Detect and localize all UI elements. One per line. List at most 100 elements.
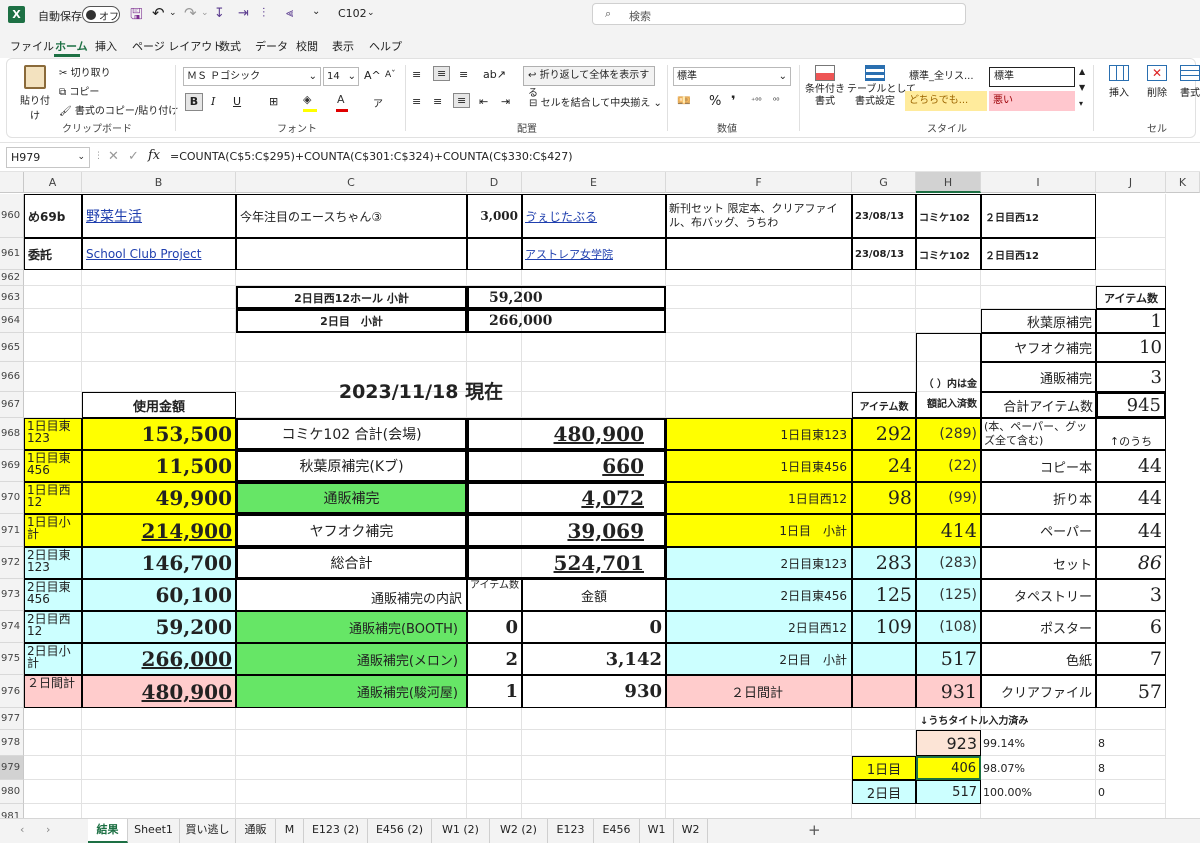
cell-c960[interactable]: 今年注目のエースちゃん③ xyxy=(236,194,467,238)
grid-cell[interactable] xyxy=(1096,708,1166,730)
cell-b967[interactable]: 使用金額 xyxy=(82,392,236,418)
cell-g967[interactable]: アイテム数 xyxy=(852,392,916,418)
cell-d968[interactable]: 480,900 xyxy=(467,418,666,450)
cell-d969[interactable]: 660 xyxy=(467,450,666,482)
cell-j967[interactable]: 945 xyxy=(1096,392,1166,418)
cell-a968[interactable]: 1日目東123 xyxy=(24,418,82,450)
cell-i968[interactable]: (本、ペーパー、グッズ全て含む) xyxy=(981,418,1096,450)
grid-cell[interactable] xyxy=(666,309,852,333)
name-box[interactable]: H979 ⌄ xyxy=(6,147,90,168)
row-header-967[interactable]: 967 xyxy=(0,392,24,418)
row-header-973[interactable]: 973 xyxy=(0,579,24,611)
insert-cells-button[interactable]: 挿入 xyxy=(1101,65,1137,99)
cell-c968[interactable]: コミケ102 合計(会場) xyxy=(236,418,467,450)
cell-i970[interactable]: 折り本 xyxy=(981,482,1096,514)
cell-c971[interactable]: ヤフオク補完 xyxy=(236,514,467,547)
undo-dropdown-icon[interactable]: ⌄ xyxy=(169,8,177,18)
grid-cell[interactable] xyxy=(236,730,467,756)
cell-f969[interactable]: 1日目東456 xyxy=(666,450,852,482)
scroll-down-icon[interactable]: ▼ xyxy=(1079,83,1085,92)
cell-h975[interactable]: 517 xyxy=(916,643,981,675)
grid-cell[interactable] xyxy=(916,309,981,333)
grid-cell[interactable] xyxy=(666,333,852,362)
grid-cell[interactable] xyxy=(1096,804,1166,818)
grid-cell[interactable] xyxy=(666,780,852,804)
cell-f970[interactable]: 1日目西12 xyxy=(666,482,852,514)
cell-a974[interactable]: 2日目西12 xyxy=(24,611,82,643)
grid-cell[interactable] xyxy=(236,708,467,730)
sheet-tab[interactable]: W2 (2) xyxy=(490,819,548,843)
style-standard[interactable]: 標準 xyxy=(989,67,1075,87)
style-standard-all[interactable]: 標準_全リス... xyxy=(905,67,987,87)
cell-i965[interactable]: ヤフオク補完 xyxy=(981,333,1096,362)
cell-d976[interactable]: 1 xyxy=(467,675,522,708)
cell-g960[interactable]: 23/08/13 xyxy=(852,194,916,238)
cell-j968[interactable]: ↑のうち xyxy=(1096,418,1166,450)
wrap-text-button[interactable]: ↩ 折り返して全体を表示する xyxy=(523,66,655,99)
cell-j964[interactable]: 1 xyxy=(1096,309,1166,333)
grid-cell[interactable] xyxy=(666,270,852,286)
cell-box[interactable] xyxy=(852,643,916,675)
grid-cell[interactable] xyxy=(82,708,236,730)
cell-i960[interactable]: ２日目西12 xyxy=(981,194,1096,238)
grid-cell[interactable] xyxy=(981,270,1096,286)
cell-i974[interactable]: ポスター xyxy=(981,611,1096,643)
increase-decimal-icon[interactable]: ⁺⁰⁰ xyxy=(751,96,762,105)
grid-cell[interactable] xyxy=(82,730,236,756)
grid-cell[interactable] xyxy=(666,362,852,392)
cell-f960[interactable]: 新刊セット 限定本、クリアファイル、布バッグ、うちわ xyxy=(666,194,852,238)
cell-a969[interactable]: 1日目東456 xyxy=(24,450,82,482)
grid-cell[interactable] xyxy=(82,270,236,286)
cell-b971[interactable]: 214,900 xyxy=(82,514,236,547)
grid-cell[interactable] xyxy=(24,309,82,333)
grid-cell[interactable] xyxy=(24,780,82,804)
cell-i976[interactable]: クリアファイル xyxy=(981,675,1096,708)
expand-styles-icon[interactable]: ▾ xyxy=(1079,99,1083,108)
row-header-969[interactable]: 969 xyxy=(0,450,24,482)
style-bad[interactable]: 悪い xyxy=(989,91,1075,111)
cell-g979[interactable]: 1日目 xyxy=(852,756,916,780)
grid-cell[interactable] xyxy=(24,756,82,780)
grid-cell[interactable] xyxy=(24,270,82,286)
cell-i972[interactable]: セット xyxy=(981,547,1096,579)
conditional-format-button[interactable]: 条件付き 書式 xyxy=(805,65,845,108)
cell-g969[interactable]: 24 xyxy=(852,450,916,482)
format-painter-button[interactable]: 🖌 書式のコピー/貼り付け xyxy=(59,102,178,117)
column-header-f[interactable]: F xyxy=(666,172,852,193)
bold-icon[interactable]: B xyxy=(185,93,203,111)
cell-b973[interactable]: 60,100 xyxy=(82,579,236,611)
underline-icon[interactable]: U xyxy=(233,95,241,108)
cell-b975[interactable]: 266,000 xyxy=(82,643,236,675)
sheet-tab[interactable]: E456 xyxy=(594,819,640,843)
cell-h960[interactable]: コミケ102 xyxy=(916,194,981,238)
row-header-965[interactable]: 965 xyxy=(0,333,24,362)
menu-insert[interactable]: 挿入 xyxy=(95,38,117,54)
row-header-978[interactable]: 978 xyxy=(0,730,24,756)
cell-d964[interactable]: 266,000 xyxy=(467,309,666,333)
cell-g961[interactable]: 23/08/13 xyxy=(852,238,916,270)
grid-cell[interactable] xyxy=(666,730,852,756)
customize-qat-icon[interactable]: ⌄ xyxy=(312,6,320,17)
row-header-966[interactable]: 966 xyxy=(0,362,24,392)
cell-g974[interactable]: 109 xyxy=(852,611,916,643)
cell-a972[interactable]: 2日目東123 xyxy=(24,547,82,579)
grid-cell[interactable] xyxy=(852,362,916,392)
grid-cell[interactable] xyxy=(1096,270,1166,286)
grid-cell[interactable] xyxy=(852,730,916,756)
menu-review[interactable]: 校閲 xyxy=(296,38,318,54)
cell-g980[interactable]: 2日目 xyxy=(852,780,916,804)
cell-b970[interactable]: 49,900 xyxy=(82,482,236,514)
sheet-tab[interactable]: W1 (2) xyxy=(432,819,490,843)
cell-f968[interactable]: 1日目東123 xyxy=(666,418,852,450)
cell-box[interactable] xyxy=(467,238,522,270)
cell-j973[interactable]: 3 xyxy=(1096,579,1166,611)
cell-h976[interactable]: 931 xyxy=(916,675,981,708)
cell-d960[interactable]: 3,000 xyxy=(467,194,522,238)
grid-cell[interactable] xyxy=(467,780,522,804)
cell-g970[interactable]: 98 xyxy=(852,482,916,514)
grid-cell[interactable] xyxy=(522,804,666,818)
cell-h961[interactable]: コミケ102 xyxy=(916,238,981,270)
cell-c970[interactable]: 通販補完 xyxy=(236,482,467,514)
cell-e960[interactable]: ゔぇじたぶる xyxy=(522,194,666,238)
font-color-icon[interactable]: A xyxy=(336,93,348,112)
